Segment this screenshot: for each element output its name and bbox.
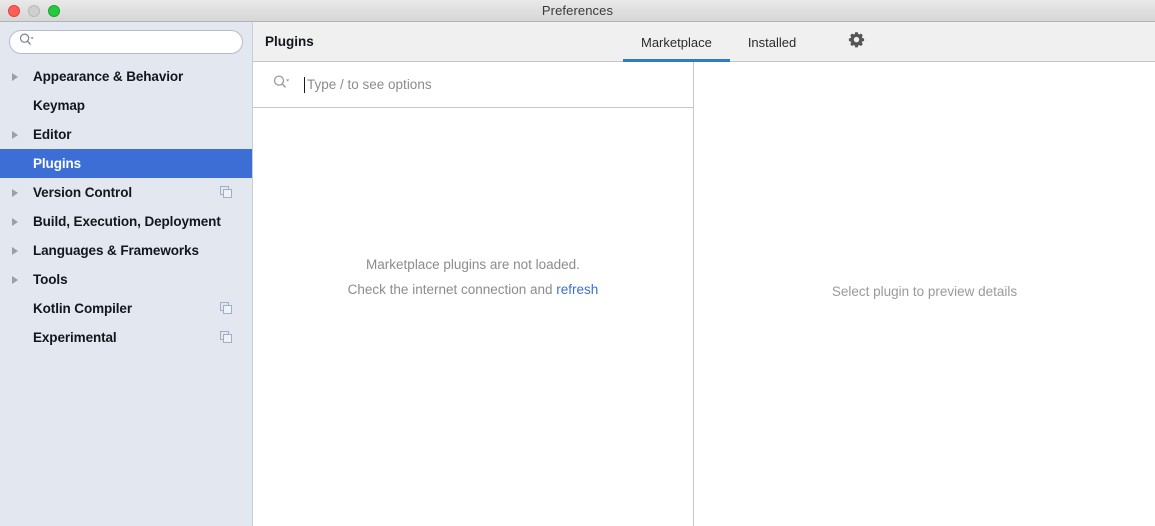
sidebar-item-label: Experimental — [33, 330, 117, 345]
tab-installed[interactable]: Installed — [730, 22, 814, 62]
text-cursor — [304, 76, 305, 93]
sidebar-search-field[interactable] — [9, 30, 243, 54]
sidebar-item-label: Keymap — [33, 98, 85, 113]
sidebar-item-label: Version Control — [33, 185, 133, 200]
expand-arrow-icon[interactable] — [0, 130, 33, 139]
page-title: Plugins — [265, 34, 314, 49]
sidebar-item-appearance-behavior[interactable]: Appearance & Behavior — [0, 62, 252, 91]
sidebar-item-experimental[interactable]: Experimental — [0, 323, 252, 352]
expand-arrow-icon[interactable] — [0, 246, 33, 255]
window-controls — [8, 0, 60, 22]
plugins-header: Plugins Marketplace Installed — [253, 22, 1155, 62]
sidebar-item-build-execution-deployment[interactable]: Build, Execution, Deployment — [0, 207, 252, 236]
copy-icon[interactable] — [220, 302, 244, 315]
sidebar-item-languages-frameworks[interactable]: Languages & Frameworks — [0, 236, 252, 265]
sidebar-search-input[interactable] — [39, 35, 234, 49]
copy-icon[interactable] — [220, 186, 244, 199]
expand-arrow-icon[interactable] — [0, 217, 33, 226]
sidebar-item-label: Tools — [33, 272, 68, 287]
copy-icon[interactable] — [220, 331, 244, 344]
empty-state-line-2-prefix: Check the internet connection and — [347, 282, 557, 297]
expand-arrow-icon[interactable] — [0, 72, 33, 81]
marketplace-empty-state: Marketplace plugins are not loaded. Chec… — [253, 108, 693, 526]
empty-state-line-1: Marketplace plugins are not loaded. — [366, 257, 580, 272]
tab-label: Installed — [747, 34, 797, 50]
sidebar-item-label: Plugins — [33, 156, 82, 171]
expand-arrow-icon[interactable] — [0, 275, 33, 284]
minimize-button[interactable] — [28, 5, 40, 17]
plugin-list-column: Type / to see options Marketplace plugin… — [253, 62, 694, 526]
title-bar: Preferences — [0, 0, 1155, 22]
plugin-preview-column: Select plugin to preview details — [694, 62, 1155, 526]
sidebar-item-version-control[interactable]: Version Control — [0, 178, 252, 207]
tab-marketplace[interactable]: Marketplace — [623, 22, 730, 62]
zoom-button[interactable] — [48, 5, 60, 17]
sidebar-list: Appearance & Behavior Keymap Editor Plug… — [0, 61, 252, 526]
sidebar-search-container — [0, 22, 252, 61]
plugin-settings-button[interactable] — [838, 22, 874, 62]
empty-state-line-2: Check the internet connection and refres… — [348, 282, 599, 297]
sidebar-item-editor[interactable]: Editor — [0, 120, 252, 149]
settings-sidebar: Appearance & Behavior Keymap Editor Plug… — [0, 22, 253, 526]
plugin-search-placeholder: Type / to see options — [307, 77, 432, 92]
sidebar-item-label: Languages & Frameworks — [33, 243, 199, 258]
tab-label: Marketplace — [641, 34, 712, 50]
expand-arrow-icon[interactable] — [0, 188, 33, 197]
preview-placeholder: Select plugin to preview details — [831, 283, 1018, 299]
sidebar-item-label: Kotlin Compiler — [33, 301, 132, 316]
sidebar-item-keymap[interactable]: Keymap — [0, 91, 252, 120]
plugin-search-field[interactable]: Type / to see options — [253, 62, 693, 108]
sidebar-item-label: Appearance & Behavior — [33, 69, 184, 84]
search-icon — [273, 75, 290, 94]
plugins-panel: Plugins Marketplace Installed Type / to … — [253, 22, 1155, 526]
sidebar-item-label: Editor — [33, 127, 72, 142]
sidebar-item-plugins[interactable]: Plugins — [0, 149, 252, 178]
gear-icon — [848, 31, 865, 53]
plugins-tabs: Marketplace Installed — [623, 22, 814, 62]
sidebar-item-kotlin-compiler[interactable]: Kotlin Compiler — [0, 294, 252, 323]
sidebar-item-label: Build, Execution, Deployment — [33, 214, 221, 229]
plugins-body: Type / to see options Marketplace plugin… — [253, 62, 1155, 526]
window-title: Preferences — [541, 3, 614, 18]
preferences-window: Preferences Appearance & Behavior Keymap… — [0, 0, 1155, 526]
refresh-link[interactable]: refresh — [556, 282, 598, 297]
sidebar-item-tools[interactable]: Tools — [0, 265, 252, 294]
search-icon — [19, 33, 34, 51]
close-button[interactable] — [8, 5, 20, 17]
window-body: Appearance & Behavior Keymap Editor Plug… — [0, 22, 1155, 526]
